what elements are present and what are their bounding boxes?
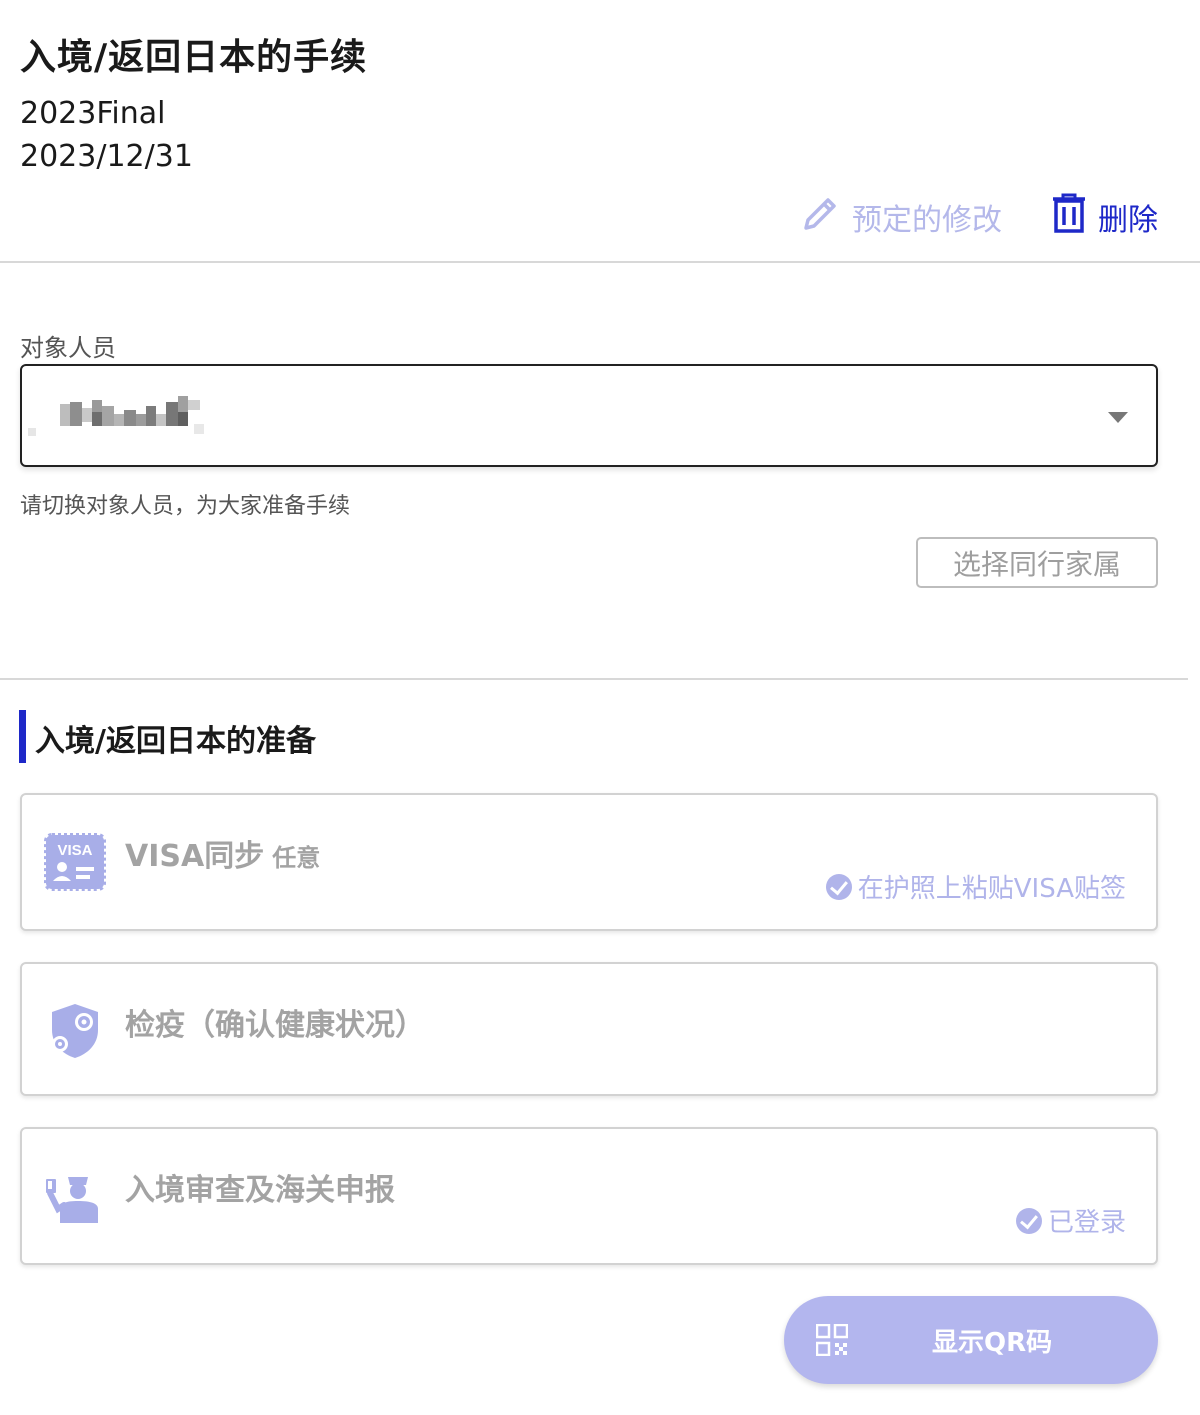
plan-date: 2023/12/31 (20, 139, 193, 174)
quarantine-shield-icon (52, 1004, 98, 1058)
visa-card-title: VISA同步 任意 (125, 831, 320, 875)
page-title: 入境/返回日本的手续 (20, 37, 368, 78)
visa-status-text: 在护照上粘贴VISA贴签 (857, 874, 1126, 904)
section-title: 入境/返回日本的准备 (35, 724, 316, 759)
immigration-status-text: 已登录 (1047, 1208, 1126, 1238)
immigration-card-title: 入境审查及海关申报 (125, 1173, 395, 1208)
edit-plan-label: 预定的修改 (852, 203, 1002, 238)
svg-text:VISA: VISA (57, 842, 92, 859)
optional-tag: 任意 (272, 844, 321, 872)
show-qr-button[interactable]: 显示QR码 (784, 1296, 1158, 1384)
visa-title-text: VISA同步 (125, 839, 265, 874)
divider (0, 261, 1200, 263)
divider (0, 678, 1188, 680)
redacted-name-mosaic (28, 396, 204, 436)
visa-card[interactable]: VISA VISA同步 任意 在护照上粘贴VISA贴签 (20, 793, 1158, 931)
quarantine-card-title: 检疫（确认健康状况） (125, 1008, 425, 1043)
header-actions: 预定的修改 删除 (800, 192, 1158, 242)
trash-icon (1050, 192, 1088, 242)
person-select-hint: 请切换对象人员，为大家准备手续 (20, 494, 351, 519)
visa-status: 在护照上粘贴VISA贴签 (825, 868, 1126, 905)
select-family-button[interactable]: 选择同行家属 (916, 537, 1158, 588)
pencil-icon (800, 192, 842, 242)
quarantine-card[interactable]: 检疫（确认健康状况） (20, 962, 1158, 1096)
immigration-customs-card[interactable]: 入境审查及海关申报 已登录 (20, 1127, 1158, 1265)
plan-name: 2023Final (20, 96, 166, 131)
check-circle-icon (825, 873, 852, 900)
delete-label: 删除 (1098, 203, 1158, 238)
edit-plan-button[interactable]: 预定的修改 (800, 192, 1002, 242)
qr-code-icon (816, 1324, 848, 1356)
immigration-officer-icon (46, 1177, 98, 1223)
visa-icon: VISA (44, 833, 106, 891)
delete-button[interactable]: 删除 (1050, 192, 1158, 242)
chevron-down-icon (1108, 412, 1128, 423)
show-qr-label: 显示QR码 (932, 1328, 1053, 1358)
section-accent-bar (19, 710, 26, 763)
check-circle-icon (1015, 1207, 1042, 1234)
immigration-status: 已登录 (1015, 1202, 1126, 1239)
page: 入境/返回日本的手续 2023Final 2023/12/31 预定的修改 删除… (0, 0, 1200, 1415)
person-select[interactable] (20, 364, 1158, 467)
person-select-label: 对象人员 (20, 334, 116, 362)
